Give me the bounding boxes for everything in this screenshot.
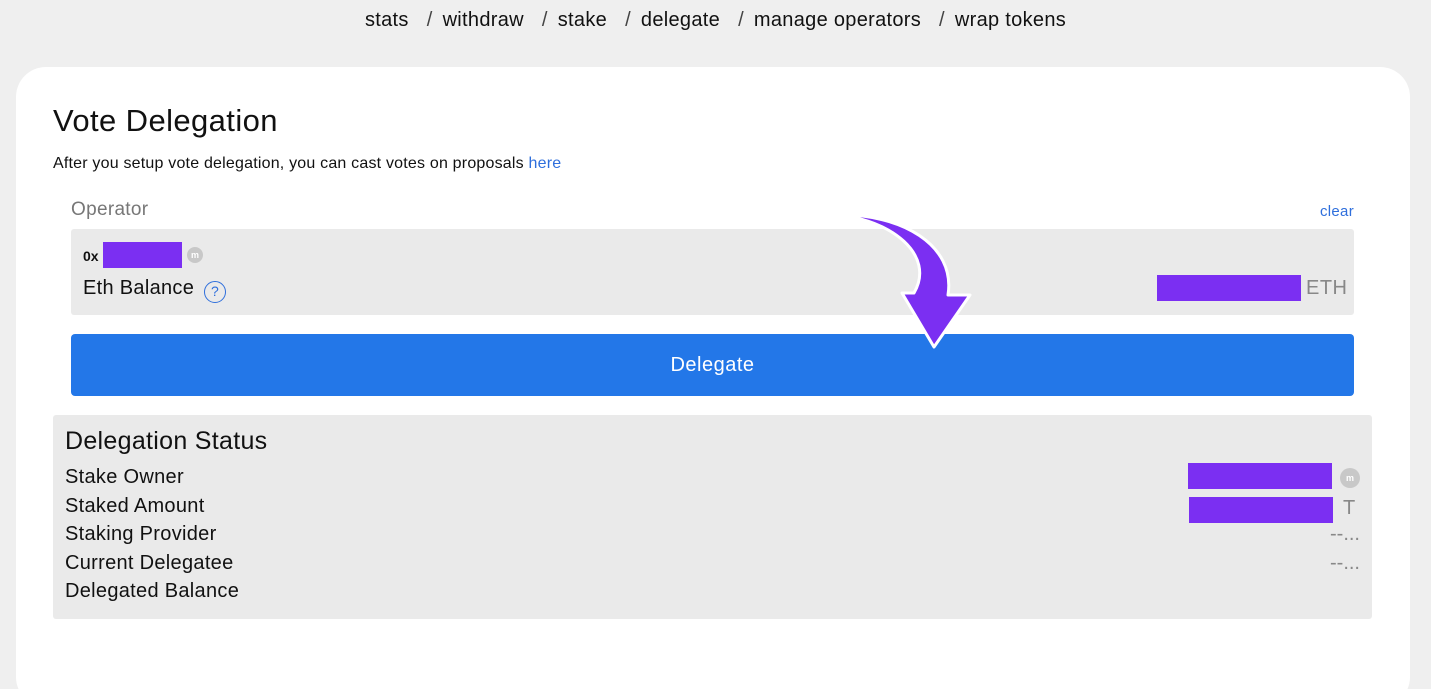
operator-address-redacted xyxy=(103,242,182,268)
subtitle-text: After you setup vote delegation, you can… xyxy=(53,155,524,172)
nav-stake[interactable]: stake xyxy=(558,9,607,32)
proposals-link[interactable]: here xyxy=(529,155,562,172)
nav-delegate[interactable]: delegate xyxy=(641,9,720,32)
delegation-status-panel: Delegation Status Stake Owner m Staked A… xyxy=(53,415,1372,619)
operator-label: Operator xyxy=(71,199,149,220)
nav-wrap-tokens[interactable]: wrap tokens xyxy=(955,9,1066,32)
delegation-status-title: Delegation Status xyxy=(65,427,268,455)
operator-panel: 0x m Eth Balance ? ETH xyxy=(71,229,1354,315)
etherscan-icon[interactable]: m xyxy=(187,247,203,263)
delegated-balance-label: Delegated Balance xyxy=(65,580,240,602)
operator-address-prefix: 0x xyxy=(83,248,99,264)
staked-amount-label: Staked Amount xyxy=(65,495,205,517)
current-delegatee-value: --... xyxy=(1330,552,1360,574)
page-subtitle: After you setup vote delegation, you can… xyxy=(53,155,561,173)
nav-withdraw[interactable]: withdraw xyxy=(443,9,524,32)
nav-separator: / xyxy=(939,8,945,31)
staked-amount-redacted xyxy=(1189,497,1333,523)
nav-manage-operators[interactable]: manage operators xyxy=(754,9,921,32)
page-title: Vote Delegation xyxy=(53,103,278,138)
staked-amount-unit: T xyxy=(1343,497,1356,519)
nav-separator: / xyxy=(541,8,548,31)
nav-separator: / xyxy=(625,8,631,31)
nav-separator: / xyxy=(426,8,433,31)
vote-delegation-card: Vote Delegation After you setup vote del… xyxy=(16,67,1410,689)
eth-balance-row: Eth Balance ? xyxy=(83,277,227,303)
current-delegatee-label: Current Delegatee xyxy=(65,552,234,574)
eth-balance-label: Eth Balance xyxy=(83,277,195,299)
etherscan-icon[interactable]: m xyxy=(1340,468,1360,488)
arrow-icon xyxy=(836,215,972,349)
stake-owner-redacted xyxy=(1188,463,1332,489)
help-icon[interactable]: ? xyxy=(204,281,227,303)
top-nav: stats / withdraw / stake / delegate / ma… xyxy=(0,0,1431,40)
staking-provider-value: --... xyxy=(1330,523,1360,545)
eth-balance-unit: ETH xyxy=(1306,277,1348,299)
staking-provider-label: Staking Provider xyxy=(65,523,217,545)
stake-owner-label: Stake Owner xyxy=(65,466,184,488)
delegate-button[interactable]: Delegate xyxy=(71,334,1354,396)
nav-separator: / xyxy=(738,8,744,31)
clear-button[interactable]: clear xyxy=(1320,203,1354,220)
nav-stats[interactable]: stats xyxy=(365,9,409,32)
eth-balance-redacted xyxy=(1157,275,1301,301)
